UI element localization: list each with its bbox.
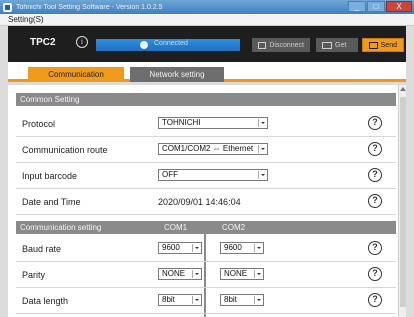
get-label: Get bbox=[335, 41, 347, 49]
scrollbar-thumb[interactable] bbox=[400, 97, 406, 307]
data-length-com1-select[interactable]: 8bit bbox=[158, 294, 202, 306]
baud-rate-com2-value: 9600 bbox=[224, 243, 242, 252]
tab-network-setting[interactable]: Network setting bbox=[130, 67, 224, 82]
datetime-label: Date and Time bbox=[22, 197, 81, 207]
protocol-label: Protocol bbox=[22, 119, 56, 129]
protocol-row: Protocol TOHNICHI ? bbox=[16, 111, 396, 137]
com1-header: COM1 bbox=[164, 223, 188, 232]
parity-com2-select[interactable]: NONE bbox=[220, 268, 264, 280]
barcode-select[interactable]: OFF bbox=[158, 169, 268, 181]
data-length-label: Data length bbox=[22, 296, 69, 306]
dropdown-arrow-icon bbox=[192, 244, 200, 252]
protocol-select[interactable]: TOHNICHI bbox=[158, 117, 268, 129]
connection-indicator-icon bbox=[140, 41, 148, 49]
baud-rate-com1-select[interactable]: 9600 bbox=[158, 242, 202, 254]
help-icon[interactable]: ? bbox=[368, 293, 382, 307]
help-icon[interactable]: ? bbox=[368, 168, 382, 182]
window-controls: _ □ X bbox=[348, 1, 412, 12]
help-icon[interactable]: ? bbox=[368, 241, 382, 255]
parity-com1-select[interactable]: NONE bbox=[158, 268, 202, 280]
datetime-row: Date and Time 2020/09/01 14:46:04 ? bbox=[16, 189, 396, 215]
disconnect-icon bbox=[258, 41, 267, 49]
route-select[interactable]: COM1/COM2 ⇔ Ethernet bbox=[158, 143, 268, 155]
tab-communication[interactable]: Communication bbox=[28, 67, 124, 82]
data-length-com2-value: 8bit bbox=[224, 295, 237, 304]
route-label: Communication route bbox=[22, 145, 108, 155]
barcode-label: Input barcode bbox=[22, 171, 78, 181]
info-icon[interactable]: i bbox=[76, 36, 88, 48]
help-icon[interactable]: ? bbox=[368, 267, 382, 281]
get-button[interactable]: Get bbox=[316, 38, 358, 52]
dropdown-arrow-icon bbox=[258, 171, 266, 179]
route-value: COM1/COM2 ⇔ Ethernet bbox=[162, 144, 254, 153]
help-icon[interactable]: ? bbox=[368, 194, 382, 208]
dropdown-arrow-icon bbox=[254, 244, 262, 252]
dropdown-arrow-icon bbox=[258, 145, 266, 153]
parity-com2-value: NONE bbox=[224, 269, 248, 278]
send-label: Send bbox=[380, 41, 397, 49]
baud-rate-com2-select[interactable]: 9600 bbox=[220, 242, 264, 254]
minimize-button[interactable]: _ bbox=[348, 1, 366, 12]
send-icon bbox=[369, 41, 378, 49]
send-button[interactable]: Send bbox=[362, 38, 404, 52]
window-title: Tohnichi Tool Setting Software - Version… bbox=[16, 3, 163, 11]
parity-com1-value: NONE bbox=[162, 269, 186, 278]
route-row: Communication route COM1/COM2 ⇔ Ethernet… bbox=[16, 137, 396, 163]
toolbar: TPC2 i Connected Disconnect Get Send bbox=[8, 26, 406, 62]
communication-setting-header: Communication setting COM1 COM2 bbox=[16, 221, 396, 234]
barcode-value: OFF bbox=[162, 170, 178, 179]
help-icon[interactable]: ? bbox=[368, 116, 382, 130]
parity-label: Parity bbox=[22, 270, 46, 280]
tab-bar: Communication Network setting bbox=[8, 62, 406, 82]
menu-settings[interactable]: Setting(S) bbox=[8, 15, 44, 24]
dropdown-arrow-icon bbox=[192, 296, 200, 304]
close-button[interactable]: X bbox=[386, 1, 412, 12]
app-icon bbox=[3, 2, 12, 12]
connection-status-text: Connected bbox=[154, 40, 188, 47]
parity-row: Parity NONE NONE ? bbox=[16, 262, 396, 288]
data-length-com2-select[interactable]: 8bit bbox=[220, 294, 264, 306]
disconnect-label: Disconnect bbox=[269, 41, 304, 49]
dropdown-arrow-icon bbox=[192, 270, 200, 278]
dropdown-arrow-icon bbox=[258, 119, 266, 127]
baud-rate-row: Baud rate 9600 9600 ? bbox=[16, 236, 396, 262]
com2-header: COM2 bbox=[222, 223, 246, 232]
connection-status-bar: Connected bbox=[96, 39, 240, 51]
barcode-row: Input barcode OFF ? bbox=[16, 163, 396, 189]
scroll-up-icon[interactable] bbox=[400, 87, 406, 91]
protocol-value: TOHNICHI bbox=[162, 118, 201, 127]
vertical-scrollbar[interactable] bbox=[398, 85, 406, 317]
maximize-button[interactable]: □ bbox=[367, 1, 385, 12]
communication-setting-label: Communication setting bbox=[20, 223, 102, 232]
settings-panel: Common Setting Protocol TOHNICHI ? Commu… bbox=[8, 85, 398, 317]
help-icon[interactable]: ? bbox=[368, 142, 382, 156]
data-length-com1-value: 8bit bbox=[162, 295, 175, 304]
device-label: TPC2 bbox=[30, 37, 56, 48]
get-icon bbox=[322, 41, 332, 49]
data-length-row: Data length 8bit 8bit ? bbox=[16, 288, 396, 314]
baud-rate-label: Baud rate bbox=[22, 244, 62, 254]
menu-bar: Setting(S) bbox=[0, 14, 414, 26]
title-bar: Tohnichi Tool Setting Software - Version… bbox=[0, 0, 414, 14]
baud-rate-com1-value: 9600 bbox=[162, 243, 180, 252]
disconnect-button[interactable]: Disconnect bbox=[252, 38, 310, 52]
dropdown-arrow-icon bbox=[254, 270, 262, 278]
dropdown-arrow-icon bbox=[254, 296, 262, 304]
common-setting-header: Common Setting bbox=[16, 93, 396, 106]
datetime-value: 2020/09/01 14:46:04 bbox=[158, 197, 241, 207]
